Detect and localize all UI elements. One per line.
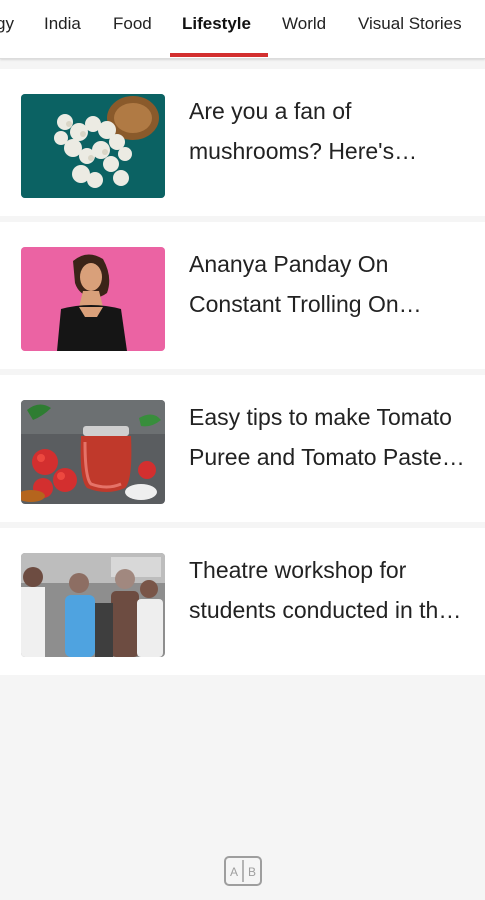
category-tab-bar: gy India Food Lifestyle World Visual Sto… xyxy=(0,0,485,59)
tab-visual-stories[interactable]: Visual Stories xyxy=(358,0,462,56)
article-title[interactable]: Theatre workshop for students conducted … xyxy=(189,550,467,630)
active-tab-indicator xyxy=(170,53,268,57)
svg-text:A: A xyxy=(230,865,238,879)
mushrooms-image xyxy=(21,94,165,198)
tab-technology[interactable]: gy xyxy=(0,0,14,56)
tomato-puree-image xyxy=(21,400,165,504)
tab-india[interactable]: India xyxy=(44,0,81,56)
article-title[interactable]: Easy tips to make Tomato Puree and Tomat… xyxy=(189,397,467,477)
workshop-group-image xyxy=(21,553,165,657)
article-card[interactable]: Easy tips to make Tomato Puree and Tomat… xyxy=(0,375,485,522)
tab-world[interactable]: World xyxy=(282,0,326,56)
svg-text:B: B xyxy=(248,865,256,879)
translate-icon[interactable]: A B xyxy=(224,856,262,886)
article-card[interactable]: Ananya Panday On Constant Trolling On So… xyxy=(0,222,485,369)
tab-food[interactable]: Food xyxy=(113,0,152,56)
article-title[interactable]: Ananya Panday On Constant Trolling On So… xyxy=(189,244,467,324)
article-card[interactable]: Are you a fan of mushrooms? Here's every… xyxy=(0,69,485,216)
article-title[interactable]: Are you a fan of mushrooms? Here's every… xyxy=(189,91,467,171)
article-card[interactable]: Theatre workshop for students conducted … xyxy=(0,528,485,675)
tab-lifestyle[interactable]: Lifestyle xyxy=(182,0,251,56)
person-portrait-image xyxy=(21,247,165,351)
